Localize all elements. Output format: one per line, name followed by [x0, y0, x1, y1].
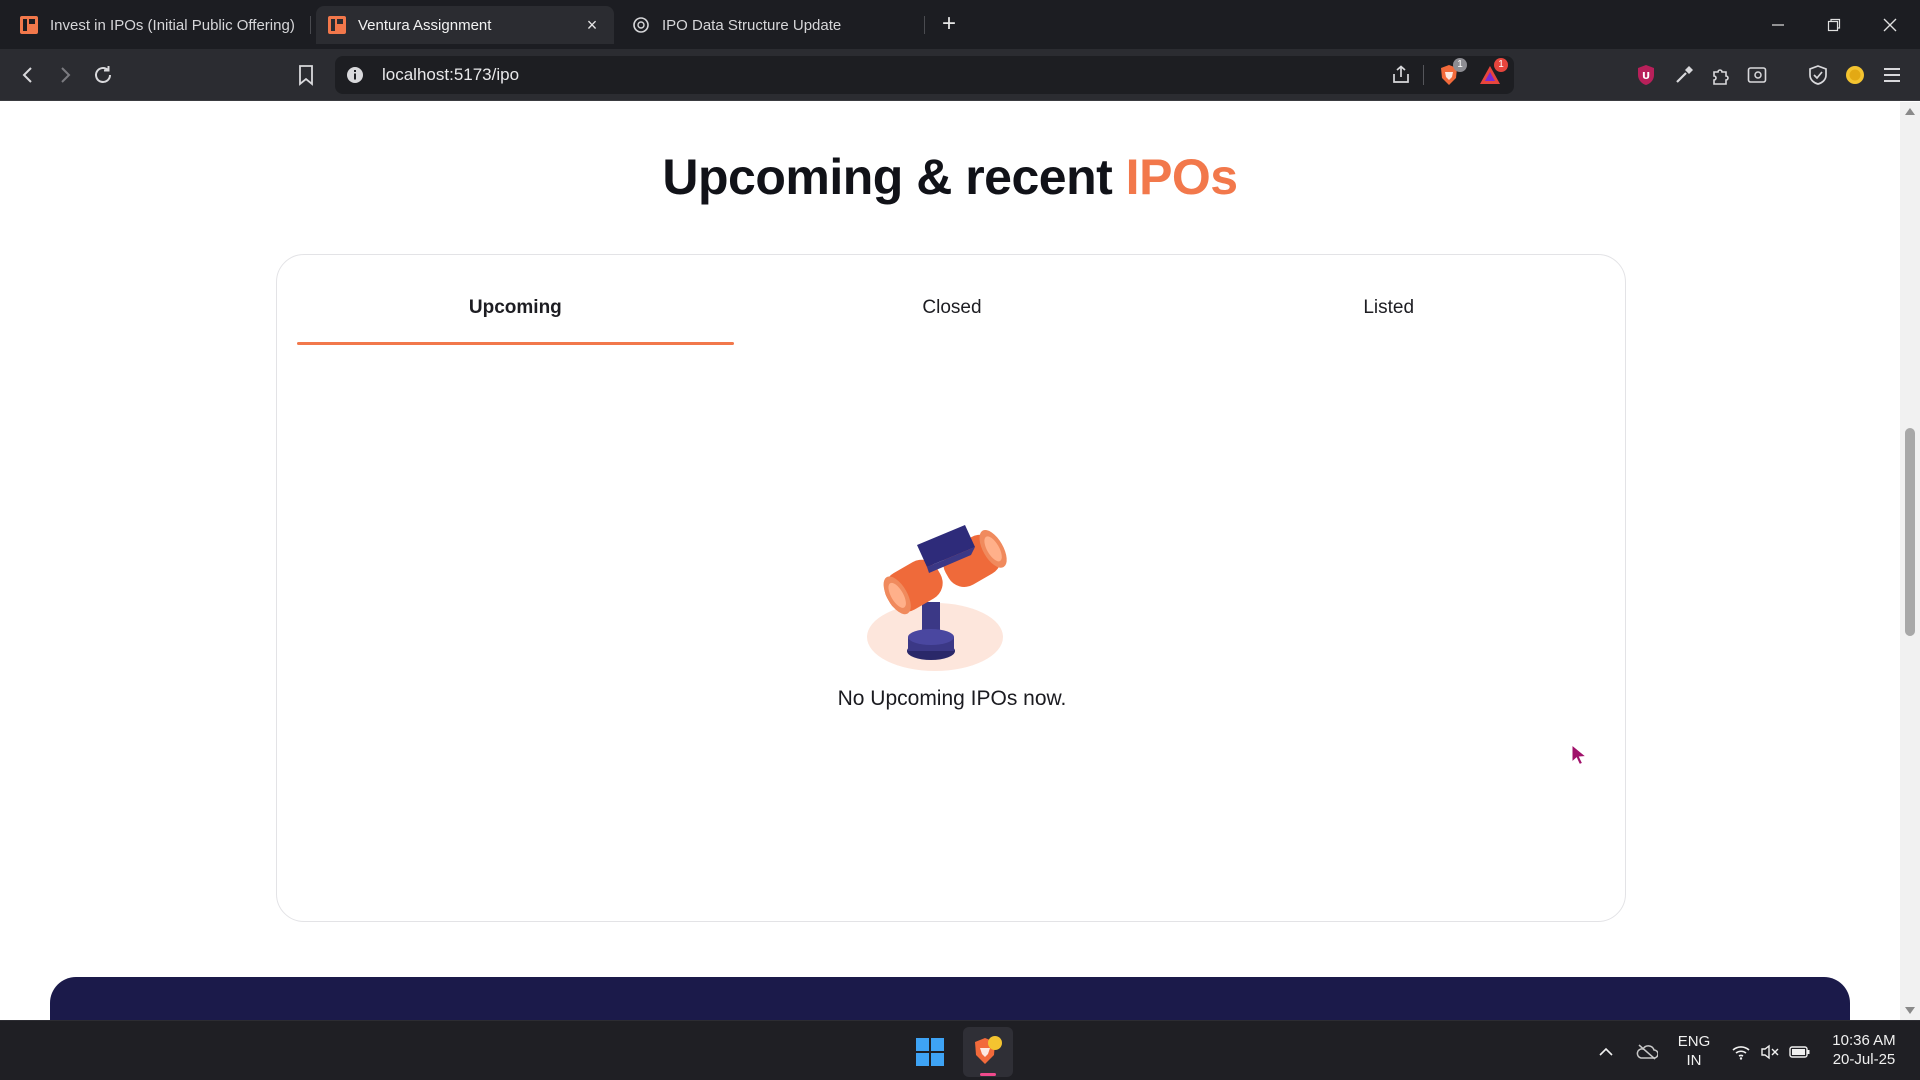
ublock-shield-icon: U — [1638, 65, 1654, 85]
minimize-icon — [1772, 23, 1784, 26]
browser-tab-strip: Invest in IPOs (Initial Public Offering)… — [0, 0, 1920, 49]
forward-button[interactable] — [51, 61, 79, 89]
close-window-button[interactable] — [1862, 0, 1918, 49]
eyedropper-icon — [1676, 66, 1693, 83]
ventura-logo-icon — [20, 16, 38, 34]
chevron-up-icon — [1599, 1047, 1613, 1056]
language-indicator[interactable]: ENG IN — [1677, 1032, 1711, 1070]
clock-date: 20-Jul-25 — [1832, 1051, 1896, 1068]
clock-time: 10:36 AM — [1832, 1032, 1896, 1049]
start-button[interactable] — [914, 1036, 946, 1068]
browser-tab-ipo-data-structure[interactable]: IPO Data Structure Update — [620, 6, 920, 44]
clock[interactable]: 10:36 AM 20-Jul-25 — [1822, 1031, 1906, 1069]
binoculars-illustration — [867, 525, 1007, 671]
speaker-muted-icon — [1761, 1044, 1779, 1060]
extensions-button[interactable] — [1707, 61, 1735, 89]
site-info-icon[interactable] — [345, 65, 365, 85]
browser-tab-ipo-invest[interactable]: Invest in IPOs (Initial Public Offering) — [8, 6, 308, 44]
minimize-window-button[interactable] — [1750, 0, 1806, 49]
scrollbar-thumb[interactable] — [1905, 428, 1915, 636]
vpn-shield-button[interactable] — [1804, 61, 1832, 89]
restore-window-button[interactable] — [1806, 0, 1862, 49]
cloud-offline-icon — [1636, 1044, 1658, 1060]
windows-taskbar: ENG IN 10:36 AM 20-Jul-25 — [0, 1020, 1920, 1080]
shield-icon — [1809, 65, 1827, 85]
ipo-tabs-card: Upcoming Closed Listed No Upcoming IPOs … — [276, 254, 1626, 922]
close-tab-icon[interactable]: × — [582, 15, 602, 35]
arrow-left-icon — [22, 67, 32, 83]
tab-listed[interactable]: Listed — [1170, 275, 1607, 345]
reader-mode-button[interactable] — [1743, 61, 1771, 89]
hamburger-menu-icon — [1884, 68, 1900, 82]
footer-banner — [50, 977, 1850, 1020]
reload-icon — [95, 66, 111, 83]
svg-text:U: U — [1642, 71, 1650, 82]
chatgpt-icon — [633, 17, 649, 33]
ublock-extension-button[interactable]: U — [1632, 61, 1660, 89]
back-button[interactable] — [14, 61, 42, 89]
tab-upcoming[interactable]: Upcoming — [297, 275, 734, 345]
scroll-up-arrow-icon[interactable] — [1905, 108, 1915, 115]
address-bar-divider — [1423, 65, 1424, 85]
address-bar[interactable]: localhost:5173/ipo 1 1 — [335, 56, 1514, 94]
sidebar-panel-icon — [1747, 67, 1767, 83]
reload-button[interactable] — [89, 61, 117, 89]
windows-logo-icon — [916, 1038, 944, 1066]
page-title: Upcoming & recent IPOs — [0, 148, 1900, 206]
tab-closed[interactable]: Closed — [734, 275, 1171, 345]
ventura-logo-icon — [328, 16, 346, 34]
url-text[interactable]: localhost:5173/ipo — [382, 65, 519, 85]
mouse-cursor-icon — [1571, 744, 1587, 766]
tab-title: Invest in IPOs (Initial Public Offering) — [50, 16, 295, 34]
tab-separator — [310, 16, 311, 34]
share-icon[interactable] — [1390, 64, 1412, 86]
new-tab-button[interactable]: + — [935, 10, 963, 38]
close-icon — [1883, 18, 1897, 31]
battery-charging-icon — [1789, 1046, 1810, 1058]
brave-rewards-button[interactable]: 1 — [1478, 58, 1508, 87]
page-viewport: Upcoming & recent IPOs Upcoming Closed L… — [0, 102, 1900, 1020]
scroll-down-arrow-icon[interactable] — [1905, 1007, 1915, 1014]
coin-icon — [1846, 66, 1864, 84]
network-status[interactable] — [1730, 1041, 1752, 1063]
bookmark-button[interactable] — [292, 61, 320, 89]
wallet-button[interactable] — [1841, 61, 1869, 89]
page-scrollbar[interactable] — [1900, 102, 1920, 1020]
empty-state-message: No Upcoming IPOs now. — [837, 687, 1067, 710]
tab-title: Ventura Assignment — [358, 16, 492, 34]
tab-title: IPO Data Structure Update — [662, 16, 842, 34]
page-title-main: Upcoming & recent — [662, 149, 1126, 205]
browser-toolbar: localhost:5173/ipo 1 1 U — [0, 49, 1920, 101]
main-menu-button[interactable] — [1878, 61, 1906, 89]
puzzle-icon — [1713, 69, 1729, 85]
brave-shields-button[interactable]: 1 — [1437, 58, 1467, 87]
taskbar-brave-browser[interactable] — [963, 1027, 1013, 1077]
show-hidden-icons-button[interactable] — [1595, 1041, 1617, 1063]
color-picker-extension-button[interactable] — [1670, 61, 1698, 89]
browser-tab-ventura-assignment[interactable]: Ventura Assignment × — [316, 6, 614, 44]
shields-count-badge: 1 — [1453, 58, 1467, 72]
rewards-count-badge: 1 — [1494, 58, 1508, 72]
brave-browser-icon — [975, 1036, 1002, 1064]
arrow-right-icon — [61, 67, 71, 83]
battery-status[interactable] — [1789, 1041, 1811, 1063]
bookmark-icon — [299, 65, 313, 86]
region-code: IN — [1686, 1052, 1702, 1069]
page-title-accent: IPOs — [1125, 149, 1238, 205]
tab-separator — [924, 16, 925, 34]
restore-icon — [1827, 18, 1841, 31]
wifi-icon — [1732, 1046, 1750, 1060]
language-code: ENG — [1677, 1033, 1711, 1050]
onedrive-status[interactable] — [1636, 1041, 1658, 1063]
active-app-indicator — [980, 1073, 996, 1076]
volume-status[interactable] — [1759, 1041, 1781, 1063]
ipo-status-tabs: Upcoming Closed Listed — [297, 275, 1607, 345]
